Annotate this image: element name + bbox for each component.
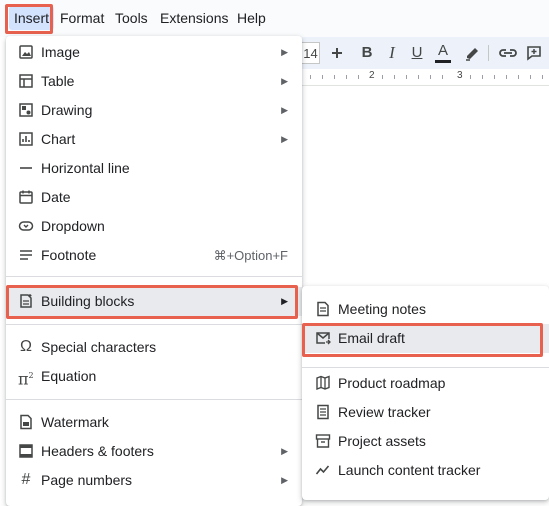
submenu-divider — [302, 367, 549, 368]
ruler: 2 3 — [302, 69, 549, 86]
menu-item-horizontal-line[interactable]: Horizontal line — [6, 154, 302, 183]
submenu-item-launch-content-tracker[interactable]: Launch content tracker — [302, 456, 549, 485]
menu-item-page-numbers[interactable]: # Page numbers ▶ — [6, 466, 302, 495]
submenu-item-label: Review tracker — [338, 404, 431, 420]
menu-item-label: Equation — [41, 368, 97, 384]
meeting-notes-icon — [315, 301, 331, 317]
menu-format[interactable]: Format — [55, 6, 109, 30]
headers-footers-icon — [18, 443, 34, 459]
comment-icon[interactable] — [524, 42, 544, 64]
submenu-item-label: Meeting notes — [338, 301, 426, 317]
menu-item-label: Date — [41, 189, 71, 205]
bold-icon[interactable]: B — [358, 42, 376, 64]
building-blocks-highlight — [6, 285, 298, 319]
menu-divider — [6, 276, 302, 277]
text-color-bar — [435, 60, 451, 63]
table-icon — [18, 73, 34, 89]
menu-item-headers-footers[interactable]: Headers & footers ▶ — [6, 437, 302, 466]
footnote-shortcut: ⌘+Option+F — [213, 248, 288, 263]
menu-item-special-characters[interactable]: Ω Special characters — [6, 333, 302, 362]
roadmap-icon — [315, 375, 331, 391]
review-tracker-icon — [315, 404, 331, 420]
menu-item-chart[interactable]: Chart ▶ — [6, 125, 302, 154]
menu-item-label: Chart — [41, 131, 76, 147]
submenu-arrow-icon: ▶ — [281, 76, 288, 86]
chart-icon — [18, 131, 34, 147]
link-icon[interactable] — [498, 42, 518, 64]
formatting-toolbar: 14 B I U A — [302, 37, 549, 69]
submenu-item-label: Product roadmap — [338, 375, 446, 391]
plus-icon[interactable] — [328, 42, 346, 64]
menu-item-label: Horizontal line — [41, 160, 130, 176]
submenu-arrow-icon: ▶ — [281, 47, 288, 57]
submenu-item-meeting-notes[interactable]: Meeting notes — [302, 295, 549, 324]
email-draft-highlight — [302, 323, 543, 357]
footnote-icon — [18, 247, 34, 263]
submenu-item-label: Project assets — [338, 433, 426, 449]
menu-item-drawing[interactable]: Drawing ▶ — [6, 96, 302, 125]
menu-item-label: Table — [41, 73, 75, 89]
menu-item-footnote[interactable]: Footnote ⌘+Option+F — [6, 241, 302, 270]
submenu-arrow-icon: ▶ — [281, 134, 288, 144]
project-assets-icon — [315, 433, 331, 449]
menu-item-label: Dropdown — [41, 218, 105, 234]
building-blocks-submenu: Meeting notes Email draft Product roadma… — [302, 286, 549, 500]
ruler-label-3: 3 — [457, 70, 463, 81]
menu-extensions[interactable]: Extensions — [155, 6, 233, 30]
menu-item-label: Special characters — [41, 339, 157, 355]
calendar-icon — [18, 189, 34, 205]
menu-item-date[interactable]: Date — [6, 183, 302, 212]
menu-item-label: Image — [41, 44, 80, 60]
submenu-arrow-icon: ▶ — [281, 475, 288, 485]
menu-tools[interactable]: Tools — [110, 6, 153, 30]
menu-item-label: Headers & footers — [41, 443, 154, 459]
ruler-label-2: 2 — [369, 70, 375, 81]
highlighter-icon[interactable] — [463, 42, 481, 64]
menu-item-label: Page numbers — [41, 472, 133, 488]
underline-icon[interactable]: U — [408, 42, 426, 64]
omega-icon: Ω — [20, 338, 32, 355]
hash-icon: # — [21, 471, 31, 488]
image-icon — [18, 44, 34, 60]
submenu-arrow-icon: ▶ — [281, 105, 288, 115]
menu-divider — [6, 399, 302, 400]
horizontal-line-icon — [18, 160, 34, 176]
menu-divider — [6, 324, 302, 325]
menu-item-label: Watermark — [41, 414, 109, 430]
submenu-item-label: Launch content tracker — [338, 462, 481, 478]
submenu-item-review-tracker[interactable]: Review tracker — [302, 398, 549, 427]
font-size-input[interactable]: 14 — [302, 42, 320, 64]
menu-item-label: Footnote — [41, 247, 97, 263]
drawing-icon — [18, 102, 34, 118]
pi-icon: π2 — [18, 369, 34, 389]
menu-item-equation[interactable]: π2 Equation — [6, 362, 302, 391]
menu-item-table[interactable]: Table ▶ — [6, 67, 302, 96]
menu-bar: Insert Format Tools Extensions Help — [0, 0, 549, 37]
toolbar-divider — [488, 45, 489, 61]
launch-tracker-icon — [315, 462, 331, 478]
insert-menu: Image ▶ Table ▶ Drawing ▶ Chart ▶ Horizo… — [6, 36, 302, 506]
dropdown-icon — [18, 218, 34, 234]
text-color-letter: A — [437, 42, 448, 59]
menu-item-image[interactable]: Image ▶ — [6, 38, 302, 67]
menu-help[interactable]: Help — [232, 6, 271, 30]
insert-menu-highlight — [5, 4, 53, 34]
submenu-arrow-icon: ▶ — [281, 446, 288, 456]
italic-icon[interactable]: I — [383, 42, 401, 64]
submenu-item-product-roadmap[interactable]: Product roadmap — [302, 369, 549, 398]
text-color-icon[interactable]: A — [433, 42, 453, 64]
watermark-icon — [18, 414, 34, 430]
submenu-item-project-assets[interactable]: Project assets — [302, 427, 549, 456]
menu-item-label: Drawing — [41, 102, 93, 118]
menu-item-dropdown[interactable]: Dropdown — [6, 212, 302, 241]
menu-item-watermark[interactable]: Watermark — [6, 408, 302, 437]
